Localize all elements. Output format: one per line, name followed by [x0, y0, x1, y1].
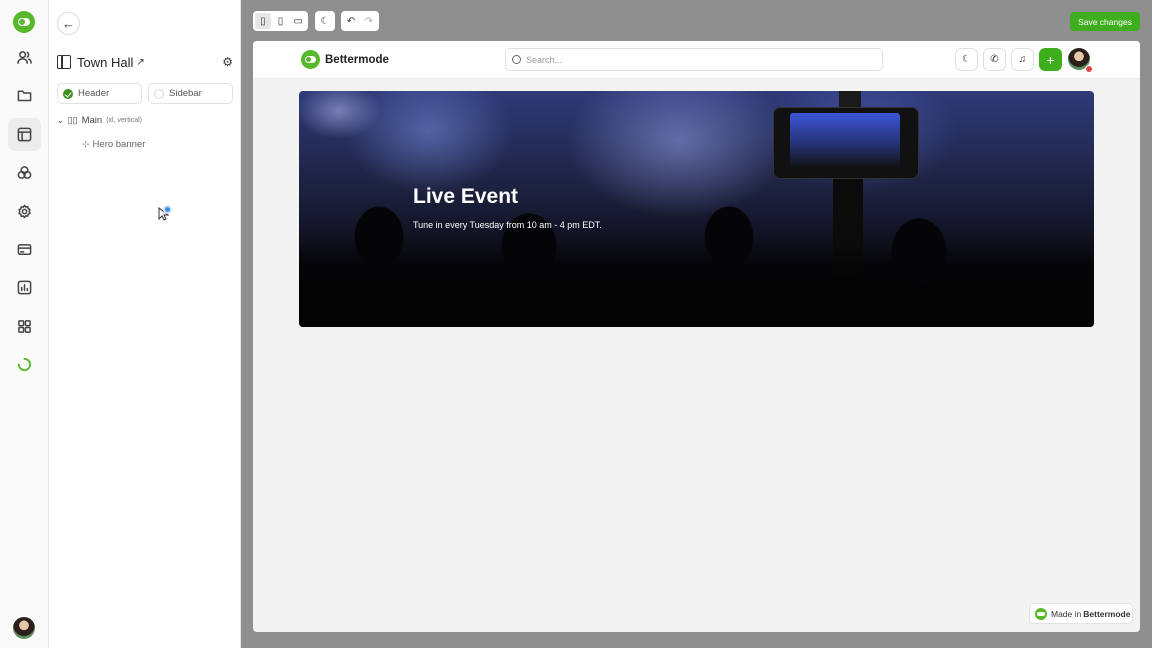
editor-panel: ← Town Hall ↗ ⚙ Header Sidebar ⌄ ▯▯ Main… — [49, 0, 241, 648]
user-icon — [17, 51, 32, 64]
brand[interactable]: Bettermode — [301, 50, 389, 69]
profile-avatar[interactable] — [1068, 48, 1093, 73]
tree-item-main-label: Main — [81, 115, 103, 126]
notifications-button[interactable]: ♫ — [1011, 48, 1034, 71]
gear-icon — [18, 204, 31, 219]
made-in-brand: Bettermode — [1083, 608, 1131, 619]
messages-button[interactable]: ✆ — [983, 48, 1006, 71]
tree-item-main[interactable]: ⌄ ▯▯ Main (xl, vertical) — [57, 115, 142, 126]
theme-button[interactable]: ☾ — [955, 48, 978, 71]
save-changes-button[interactable]: Save changes — [1070, 12, 1140, 31]
desktop-view-button[interactable]: ▭ — [290, 13, 306, 29]
design-nav-button[interactable] — [8, 118, 41, 151]
block-icon: ⊹ — [82, 139, 90, 149]
device-toggle-group: ▯ ▯ ▭ — [253, 11, 308, 31]
apps-nav-button[interactable] — [8, 310, 41, 343]
settings-nav-button[interactable] — [8, 195, 41, 228]
page-title: Town Hall — [77, 54, 134, 70]
arrow-left-icon: ← — [62, 16, 75, 31]
moon-icon: ☾ — [320, 15, 330, 27]
history-group: ↶ ↷ — [341, 11, 379, 31]
create-button[interactable]: + — [1039, 48, 1062, 71]
plus-icon: + — [1046, 51, 1055, 68]
mobile-view-button[interactable]: ▯ — [255, 13, 271, 29]
phone-screen-image — [790, 113, 900, 168]
tab-header[interactable]: Header — [57, 83, 142, 104]
search-bar[interactable] — [505, 48, 883, 71]
progress-indicator — [8, 348, 41, 381]
chat-icon: ✆ — [990, 54, 999, 65]
made-in-badge[interactable]: Made in Bettermode — [1029, 603, 1133, 624]
made-in-prefix: Made in — [1051, 608, 1082, 619]
members-nav-button[interactable] — [8, 41, 41, 74]
unchecked-icon — [154, 88, 164, 99]
tab-header-label: Header — [78, 88, 110, 99]
credit-card-icon — [17, 244, 32, 255]
user-avatar[interactable] — [12, 616, 36, 640]
site-header: Bettermode ☾ ✆ ♫ + — [253, 41, 1140, 79]
billing-nav-button[interactable] — [8, 233, 41, 266]
tablet-icon: ▯ — [277, 15, 284, 27]
tree-item-hero-banner[interactable]: ⊹ Hero banner — [82, 139, 145, 150]
tab-sidebar[interactable]: Sidebar — [148, 83, 233, 104]
back-button[interactable]: ← — [57, 12, 80, 35]
region-tabs: Header Sidebar — [57, 83, 233, 104]
nav-rail — [0, 0, 49, 648]
folder-icon — [17, 90, 32, 102]
analytics-nav-button[interactable] — [8, 271, 41, 304]
page-settings-icon[interactable]: ⚙ — [222, 55, 233, 69]
palette-icon — [17, 166, 32, 179]
apps-icon — [18, 320, 31, 333]
bell-icon: ♫ — [1018, 54, 1027, 65]
loading-icon — [17, 357, 32, 372]
appearance-nav-button[interactable] — [8, 156, 41, 189]
search-input[interactable] — [526, 54, 866, 65]
status-dot — [1085, 65, 1093, 73]
sidebar-layout-icon — [57, 55, 71, 69]
bettermode-logo-icon[interactable] — [13, 11, 35, 33]
brand-name: Bettermode — [325, 53, 389, 66]
tablet-view-button[interactable]: ▯ — [273, 13, 289, 29]
tree-item-hero-label: Hero banner — [92, 139, 146, 150]
chevron-down-icon[interactable]: ⌄ — [57, 116, 64, 125]
mobile-icon: ▯ — [260, 15, 266, 27]
hero-banner[interactable]: Live Event Tune in every Tuesday from 10… — [299, 91, 1094, 327]
layout-icon — [17, 127, 32, 142]
desktop-icon: ▭ — [293, 15, 303, 27]
dark-mode-button[interactable]: ☾ — [317, 13, 333, 29]
redo-icon: ↷ — [364, 15, 374, 27]
moon-icon: ☾ — [962, 54, 971, 65]
hero-title: Live Event — [413, 185, 519, 208]
click-indicator — [163, 205, 172, 214]
bettermode-logo-icon — [301, 50, 320, 69]
undo-icon: ↶ — [346, 15, 356, 27]
redo-button[interactable]: ↷ — [361, 13, 377, 29]
search-icon — [512, 55, 521, 64]
page-title-row: Town Hall ↗ ⚙ — [57, 52, 233, 72]
external-link-icon[interactable]: ↗ — [136, 57, 144, 68]
hero-subtitle: Tune in every Tuesday from 10 am - 4 pm … — [413, 220, 602, 230]
undo-button[interactable]: ↶ — [343, 13, 359, 29]
bettermode-logo-icon — [1035, 607, 1047, 620]
content-nav-button[interactable] — [8, 79, 41, 112]
columns-icon: ▯▯ — [67, 115, 78, 125]
phone-mount-image — [839, 91, 861, 107]
chart-icon — [17, 280, 32, 295]
tab-sidebar-label: Sidebar — [169, 88, 202, 99]
phone-image — [773, 107, 919, 179]
checked-icon — [63, 88, 73, 99]
site-preview: Bettermode ☾ ✆ ♫ + Live Event Tune in ev… — [253, 41, 1140, 632]
tree-item-main-hint: (xl, vertical) — [106, 117, 142, 124]
theme-toggle-group: ☾ — [315, 11, 335, 31]
